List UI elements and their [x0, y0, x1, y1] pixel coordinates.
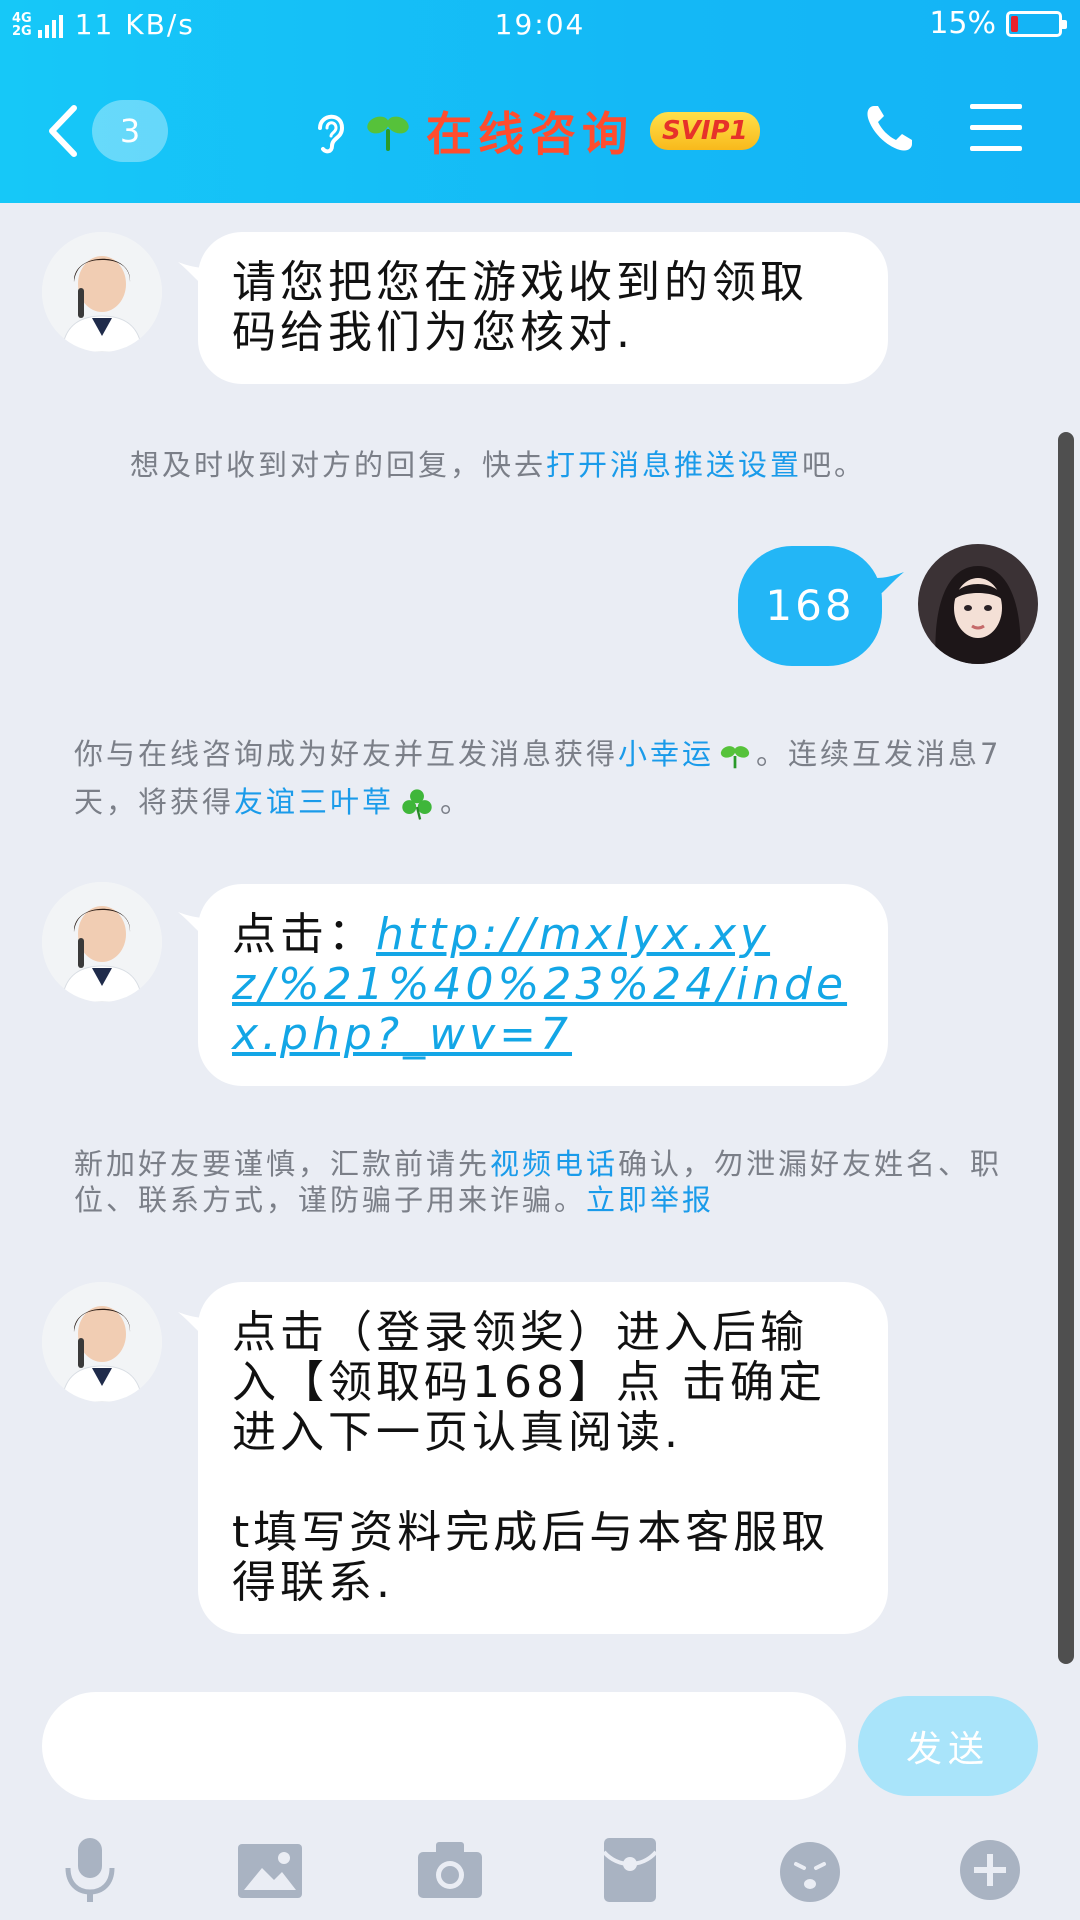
- tip-text-end: 。: [440, 785, 473, 819]
- self-message-text: 168: [765, 581, 855, 630]
- sprout-icon: [720, 746, 750, 769]
- menu-icon[interactable]: [970, 104, 1022, 152]
- red-packet-icon[interactable]: [594, 1834, 666, 1906]
- safety-tip: 新加好友要谨慎，汇款前请先视频电话确认，勿泄漏好友姓名、职位、联系方式，谨防骗子…: [74, 1146, 1024, 1218]
- chevron-left-icon: [49, 105, 77, 157]
- battery-level: [1011, 15, 1018, 32]
- report-link[interactable]: 立即举报: [586, 1183, 714, 1217]
- ear-icon: [318, 114, 345, 154]
- push-settings-link[interactable]: 打开消息推送设置: [546, 448, 802, 482]
- toolbar: [0, 1824, 1080, 1920]
- scrollbar[interactable]: [1058, 432, 1074, 1664]
- tip-text-end: 吧。: [802, 448, 867, 482]
- message-text: 请您把您在游戏收到的领取码给我们为您核对.: [232, 257, 808, 358]
- push-setting-tip: 想及时收到对方的回复，快去打开消息推送设置吧。: [130, 446, 990, 484]
- message-line: 点击（登录领奖）进入后输入【领取码168】点 击确定进入下一页认真阅读.: [232, 1307, 826, 1458]
- battery-icon: [1006, 10, 1067, 37]
- tip-text: 新加好友要谨慎，汇款前请先: [74, 1147, 491, 1181]
- agent-avatar[interactable]: [42, 882, 162, 1002]
- lucky-link[interactable]: 小幸运: [618, 737, 714, 771]
- self-avatar[interactable]: [918, 544, 1038, 664]
- clover-icon: [402, 789, 432, 820]
- video-call-link[interactable]: 视频电话: [490, 1147, 618, 1181]
- message-bubble[interactable]: 点击（登录领奖）进入后输入【领取码168】点 击确定进入下一页认真阅读. t填写…: [198, 1282, 888, 1634]
- back-button[interactable]: 3: [44, 100, 168, 162]
- status-bar: 4G 2G 11 KB/s 19:04 15%: [0, 0, 1080, 50]
- self-message-bubble[interactable]: 168: [738, 546, 882, 666]
- image-icon[interactable]: [234, 1834, 306, 1906]
- tip-text: 想及时收到对方的回复，快去: [130, 448, 547, 482]
- sprout-icon: [367, 116, 409, 151]
- emoji-icon[interactable]: [774, 1834, 846, 1906]
- message-bubble[interactable]: 点击：http://mxlyx.xyz/%21%40%23%24/index.p…: [198, 884, 888, 1086]
- camera-icon[interactable]: [414, 1834, 486, 1906]
- phone-icon[interactable]: [862, 102, 916, 156]
- message-input[interactable]: [42, 1692, 846, 1800]
- battery-percent: 15%: [929, 6, 996, 41]
- send-button[interactable]: 发送: [858, 1696, 1038, 1796]
- svip-badge: SVIP1: [650, 112, 760, 150]
- unread-badge: 3: [92, 100, 168, 162]
- input-area: 发送: [0, 1664, 1080, 1920]
- title-group: 在线咨询 SVIP1: [310, 100, 760, 162]
- chat-header: 4G 2G 11 KB/s 19:04 15% 3 在线咨询 SVIP1: [0, 0, 1080, 203]
- self-bubble-tail: [876, 572, 904, 598]
- agent-avatar[interactable]: [42, 1282, 162, 1402]
- tip-text: 你与在线咨询成为好友并互发消息获得: [74, 737, 619, 771]
- microphone-icon[interactable]: [54, 1834, 126, 1906]
- message-prefix: 点击：: [232, 909, 376, 960]
- agent-avatar[interactable]: [42, 232, 162, 352]
- chat-title: 在线咨询: [426, 107, 634, 161]
- message-bubble[interactable]: 请您把您在游戏收到的领取码给我们为您核对.: [198, 232, 888, 384]
- clock: 19:04: [494, 8, 586, 41]
- message-line: t填写资料完成后与本客服取得联系.: [232, 1507, 830, 1608]
- clover-link[interactable]: 友谊三叶草: [234, 785, 394, 819]
- status-right: 15%: [929, 6, 1067, 41]
- nav-bar: 3 在线咨询 SVIP1: [0, 80, 1080, 176]
- friendship-tip: 你与在线咨询成为好友并互发消息获得小幸运 。连续互发消息7天，将获得友谊三叶草。: [74, 730, 1004, 826]
- plus-icon[interactable]: [954, 1834, 1026, 1906]
